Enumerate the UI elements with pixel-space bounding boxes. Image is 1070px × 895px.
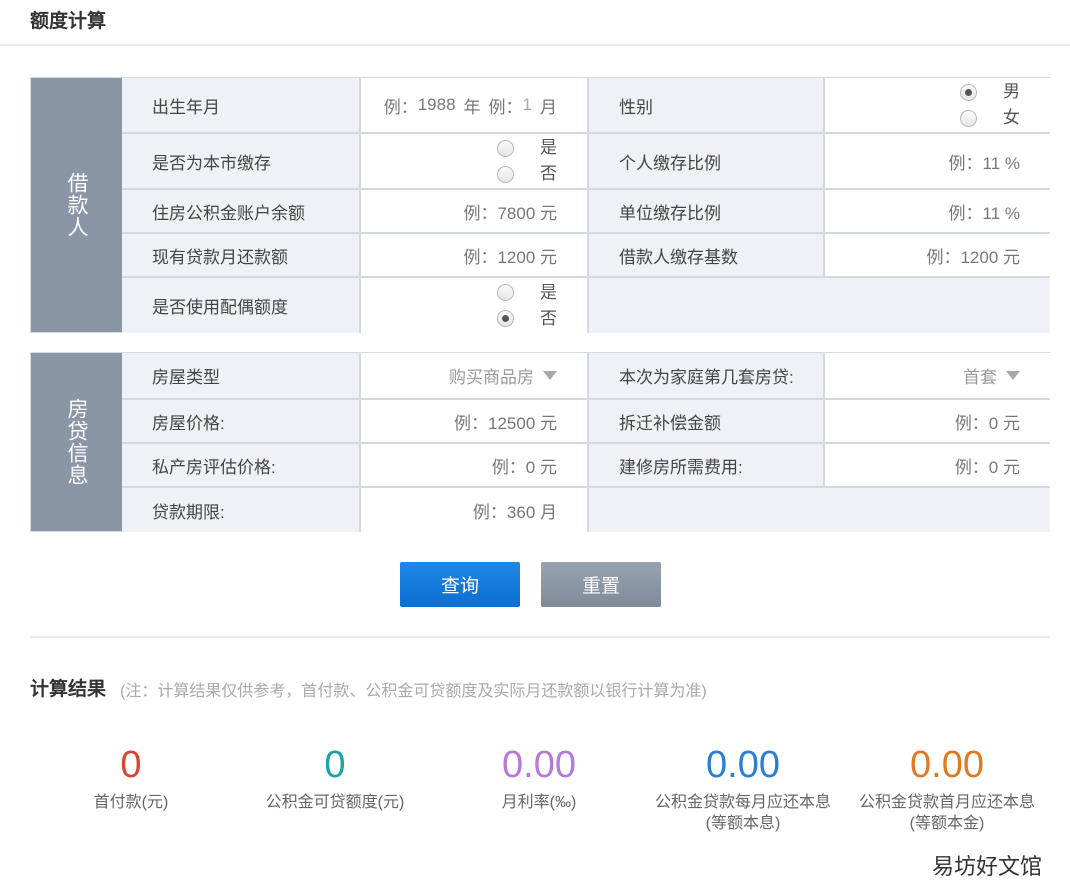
- metric-caption-sub: (等额本金): [909, 815, 985, 832]
- fund-balance-label: 住房公积金账户余额: [122, 190, 361, 232]
- page-header: 额度计算: [0, 0, 1070, 46]
- gender-female-option[interactable]: 女: [960, 107, 1020, 129]
- borrower-section-label: 借款人: [31, 78, 122, 332]
- metric-caption: 公积金贷款每月应还本息: [654, 794, 831, 811]
- local-deposit-yes-radio[interactable]: [497, 139, 514, 157]
- local-deposit-label: 是否为本市缴存: [122, 134, 361, 188]
- row-repay-base: 现有贷款月还款额 例：1200 元 借款人缴存基数 例：1200 元: [122, 232, 1050, 276]
- company-ratio-label: 单位缴存比例: [587, 190, 825, 232]
- metric-caption: 月利率(‰): [501, 794, 577, 811]
- results-note: (注：计算结果仅供参考，首付款、公积金可贷额度及实际月还款额以银行计算为准): [120, 683, 707, 700]
- local-deposit-no-option[interactable]: 否: [497, 163, 557, 185]
- house-type-select[interactable]: 购买商品房: [361, 353, 587, 398]
- metric-value: 0: [324, 744, 346, 786]
- spouse-quota-yes-radio[interactable]: [497, 284, 514, 301]
- spouse-quota-label: 是否使用配偶额度: [122, 278, 361, 333]
- birth-year-value[interactable]: 1988: [418, 95, 456, 115]
- row-term: 贷款期限: 例：360 月: [122, 486, 1050, 532]
- birth-input[interactable]: 例： 1988 年 例： 1 月: [361, 78, 587, 132]
- reset-button[interactable]: 重置: [541, 562, 661, 607]
- private-eval-label: 私产房评估价格:: [122, 444, 361, 486]
- row-spouse: 是否使用配偶额度 是 否: [122, 276, 1050, 333]
- price-label: 房屋价格:: [122, 400, 361, 442]
- birth-year-unit: 年: [463, 97, 481, 117]
- metric-value: 0: [120, 744, 142, 786]
- monthly-repay-label: 现有贷款月还款额: [122, 234, 361, 276]
- row-local-ratio: 是否为本市缴存 是 否 个人缴存比例 例：11 %: [122, 132, 1050, 188]
- repair-cost-label: 建修房所需费用:: [587, 444, 825, 486]
- results-title: 计算结果: [30, 679, 107, 700]
- house-count-select[interactable]: 首套: [825, 353, 1050, 398]
- deposit-base-label: 借款人缴存基数: [587, 234, 825, 276]
- metric-caption: 公积金贷款首月应还本息: [858, 794, 1035, 811]
- empty-cell: [587, 488, 1050, 532]
- divider: [30, 636, 1050, 638]
- metric-loan-quota: 0 公积金可贷额度(元): [235, 742, 435, 813]
- gender-male-radio[interactable]: [960, 83, 977, 101]
- loan-section-label: 房贷信息: [31, 353, 122, 531]
- metric-caption: 公积金可贷额度(元): [265, 794, 405, 811]
- row-price-demolition: 房屋价格: 例：12500 元 拆迁补偿金额 例：0 元: [122, 398, 1050, 442]
- repair-cost-input[interactable]: 例：0 元: [825, 444, 1050, 486]
- gender-label: 性别: [587, 78, 825, 132]
- house-count-label: 本次为家庭第几套房贷:: [587, 353, 825, 398]
- term-label: 贷款期限:: [122, 488, 361, 532]
- personal-ratio-input[interactable]: 例：11 %: [825, 134, 1050, 188]
- empty-cell: [587, 278, 1050, 333]
- loan-section: 房贷信息 房屋类型 购买商品房 本次为家庭第几套房贷: 首套 房屋价格: 例：1…: [30, 352, 1050, 532]
- borrower-section: 借款人 出生年月 例： 1988 年 例： 1 月 性别 男 女 是否为本市缴存 是…: [30, 77, 1050, 333]
- spouse-quota-no-option[interactable]: 否: [497, 308, 557, 330]
- gender-male-option[interactable]: 男: [960, 81, 1020, 103]
- birth-label: 出生年月: [122, 78, 361, 132]
- metric-value: 0.00: [910, 744, 984, 786]
- company-ratio-input[interactable]: 例：11 %: [825, 190, 1050, 232]
- demolition-input[interactable]: 例：0 元: [825, 400, 1050, 442]
- spouse-quota-radio-group: 是 否: [361, 278, 587, 333]
- row-birth-gender: 出生年月 例： 1988 年 例： 1 月 性别 男 女: [122, 78, 1050, 132]
- metric-equal-principal: 0.00 公积金贷款首月应还本息 (等额本金): [847, 742, 1047, 834]
- house-type-label: 房屋类型: [122, 353, 361, 398]
- metric-caption: 首付款(元): [93, 794, 169, 811]
- local-deposit-no-radio[interactable]: [497, 165, 514, 183]
- birth-year-prefix: 例：: [383, 97, 418, 117]
- monthly-repay-input[interactable]: 例：1200 元: [361, 234, 587, 276]
- metric-value: 0.00: [502, 744, 576, 786]
- birth-month-unit: 月: [540, 97, 557, 117]
- personal-ratio-label: 个人缴存比例: [587, 134, 825, 188]
- house-type-value: 购买商品房: [449, 368, 534, 387]
- row-balance-company: 住房公积金账户余额 例：7800 元 单位缴存比例 例：11 %: [122, 188, 1050, 232]
- row-type-count: 房屋类型 购买商品房 本次为家庭第几套房贷: 首套: [122, 353, 1050, 398]
- birth-month-prefix: 例：: [488, 97, 523, 117]
- birth-month-value[interactable]: 1: [523, 95, 532, 115]
- fund-balance-input[interactable]: 例：7800 元: [361, 190, 587, 232]
- chevron-down-icon: [1006, 371, 1020, 380]
- metric-value: 0.00: [706, 744, 780, 786]
- house-count-value: 首套: [963, 368, 997, 387]
- watermark: 易坊好文馆: [931, 854, 1042, 879]
- spouse-quota-yes-option[interactable]: 是: [497, 282, 557, 304]
- term-input[interactable]: 例：360 月: [361, 488, 587, 532]
- metric-down-payment: 0 首付款(元): [31, 742, 231, 813]
- demolition-label: 拆迁补偿金额: [587, 400, 825, 442]
- metric-monthly-rate: 0.00 月利率(‰): [439, 742, 639, 813]
- row-eval-repair: 私产房评估价格: 例：0 元 建修房所需费用: 例：0 元: [122, 442, 1050, 486]
- gender-female-radio[interactable]: [960, 109, 977, 127]
- metric-caption-sub: (等额本息): [705, 815, 781, 832]
- private-eval-input[interactable]: 例：0 元: [361, 444, 587, 486]
- local-deposit-yes-option[interactable]: 是: [497, 137, 557, 159]
- query-button[interactable]: 查询: [400, 562, 520, 607]
- gender-radio-group: 男 女: [825, 78, 1050, 132]
- page-title: 额度计算: [30, 11, 107, 32]
- local-deposit-radio-group: 是 否: [361, 134, 587, 188]
- spouse-quota-no-radio[interactable]: [497, 310, 514, 327]
- chevron-down-icon: [543, 371, 557, 380]
- deposit-base-input[interactable]: 例：1200 元: [825, 234, 1050, 276]
- metric-equal-installment: 0.00 公积金贷款每月应还本息 (等额本息): [643, 742, 843, 834]
- price-input[interactable]: 例：12500 元: [361, 400, 587, 442]
